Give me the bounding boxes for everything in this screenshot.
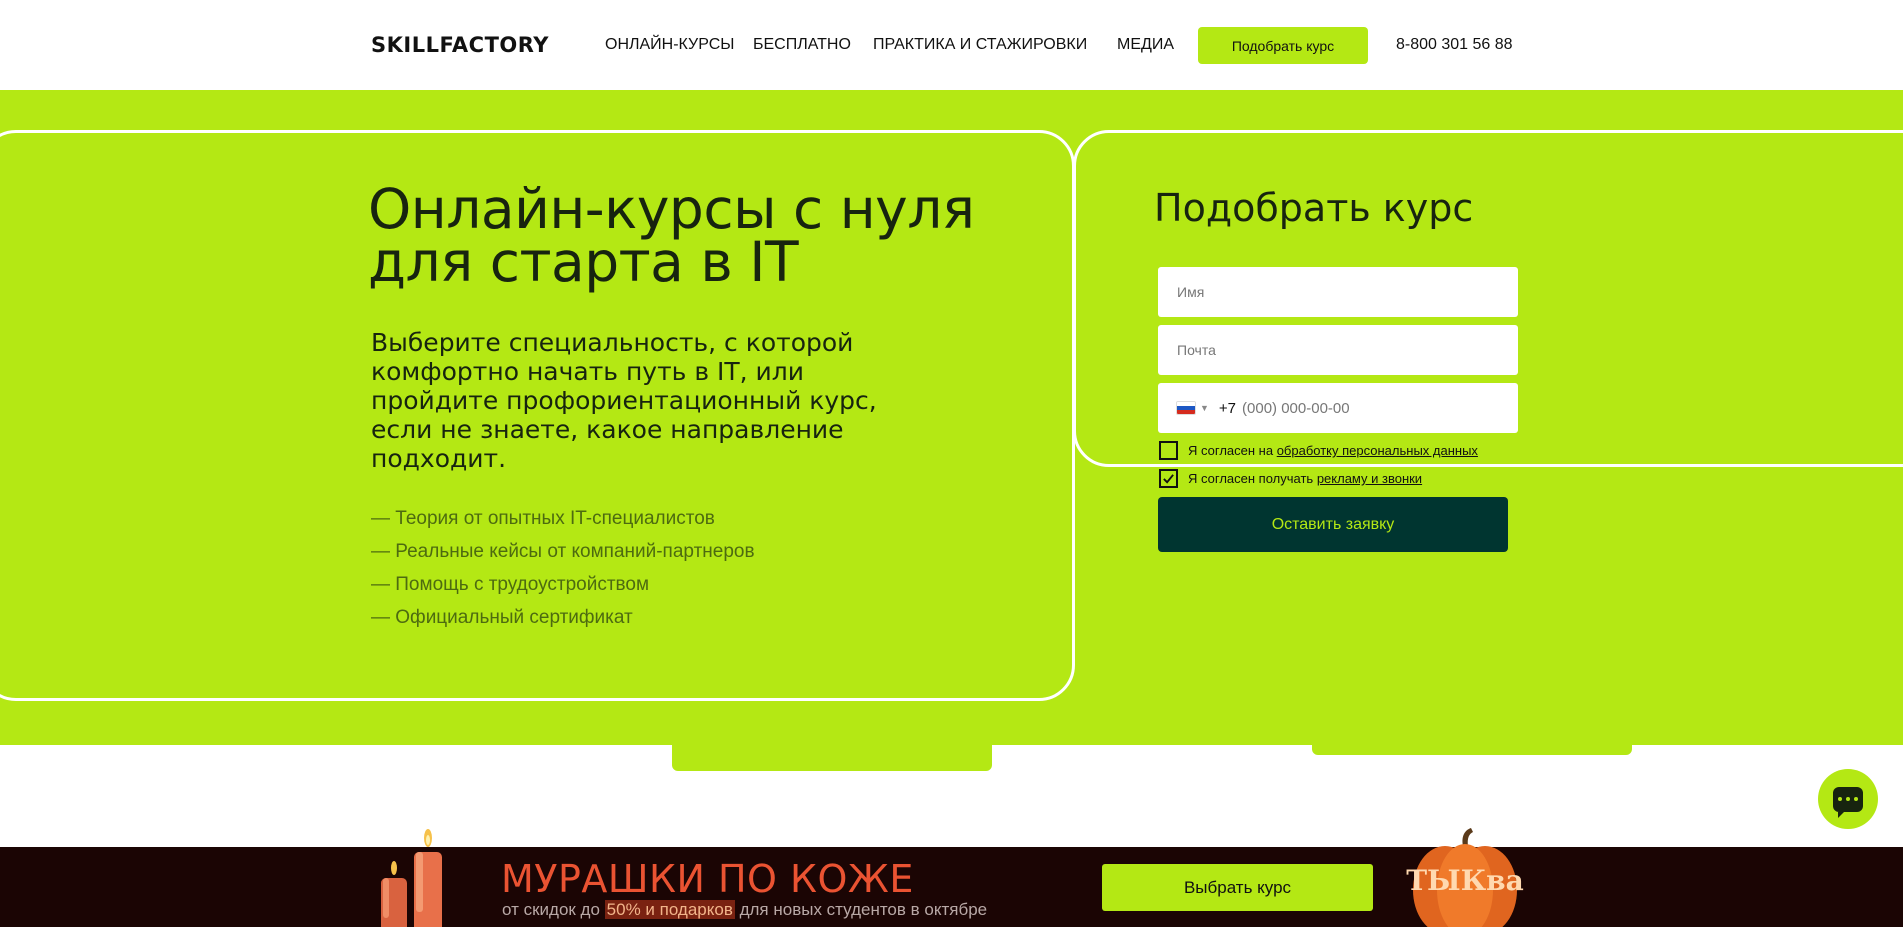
- consent-text: Я согласен получать: [1188, 471, 1314, 486]
- chat-icon: [1833, 786, 1863, 818]
- phone-number[interactable]: 8-800 301 56 88: [1396, 36, 1513, 54]
- russia-flag-icon[interactable]: [1176, 401, 1196, 415]
- hero-tab-decoration: [672, 745, 992, 771]
- promo-highlight: 50% и подарков: [604, 900, 735, 919]
- submit-application-button[interactable]: Оставить заявку: [1158, 497, 1508, 552]
- choose-course-button[interactable]: Подобрать курс: [1198, 27, 1368, 64]
- feature-item: — Официальный сертификат: [371, 607, 633, 628]
- candles-icon: [381, 829, 442, 927]
- features-list: — Теория от опытных IT-специалистов — Ре…: [371, 502, 755, 634]
- logo[interactable]: SKILLFACTORY: [371, 33, 549, 57]
- consent-personal-data-checkbox[interactable]: [1159, 441, 1178, 460]
- nav-media[interactable]: МЕДИА: [1117, 36, 1174, 54]
- chevron-down-icon[interactable]: ▼: [1200, 403, 1209, 413]
- consent-ads: Я согласен получать рекламу и звонки: [1159, 469, 1422, 488]
- hero-title: Онлайн-курсы с нуля для старта в IT: [368, 177, 975, 294]
- ads-calls-link[interactable]: рекламу и звонки: [1317, 471, 1422, 486]
- feature-item: — Реальные кейсы от компаний-партнеров: [371, 541, 755, 562]
- consent-text: Я согласен на: [1188, 443, 1274, 458]
- form-title: Подобрать курс: [1154, 186, 1474, 230]
- select-course-button[interactable]: Выбрать курс: [1102, 864, 1373, 911]
- nav-free[interactable]: БЕСПЛАТНО: [753, 36, 851, 54]
- site-header: SKILLFACTORY ОНЛАЙН-КУРСЫ БЕСПЛАТНО ПРАК…: [0, 0, 1903, 90]
- chat-button[interactable]: [1818, 769, 1878, 829]
- phone-prefix: +7: [1218, 399, 1237, 417]
- promo-subtitle: от скидок до 50% и подарков для новых ст…: [502, 900, 988, 919]
- pumpkin-text: ТЫКва: [1406, 864, 1524, 897]
- hero-tab-decoration: [1312, 745, 1632, 755]
- consent-personal-data: Я согласен на обработку персональных дан…: [1159, 441, 1478, 460]
- checkmark-icon: [1163, 474, 1174, 484]
- name-field[interactable]: [1158, 267, 1518, 317]
- phone-field[interactable]: ▼ +7 (000) 000-00-00: [1158, 383, 1518, 433]
- feature-item: — Помощь с трудоустройством: [371, 574, 650, 595]
- email-field[interactable]: [1158, 325, 1518, 375]
- nav-online-courses[interactable]: ОНЛАЙН-КУРСЫ: [605, 36, 734, 54]
- hero-subtitle: Выберите специальность, с которой комфор…: [371, 328, 877, 473]
- promo-title: МУРАШКИ ПО КОЖЕ: [501, 857, 914, 901]
- feature-item: — Теория от опытных IT-специалистов: [371, 508, 715, 529]
- nav-practice[interactable]: ПРАКТИКА И СТАЖИРОВКИ: [873, 36, 1087, 54]
- pumpkin-icon: ТЫКва: [1406, 828, 1524, 927]
- personal-data-link[interactable]: обработку персональных данных: [1277, 443, 1478, 458]
- phone-placeholder: (000) 000-00-00: [1242, 399, 1350, 417]
- consent-ads-checkbox[interactable]: [1159, 469, 1178, 488]
